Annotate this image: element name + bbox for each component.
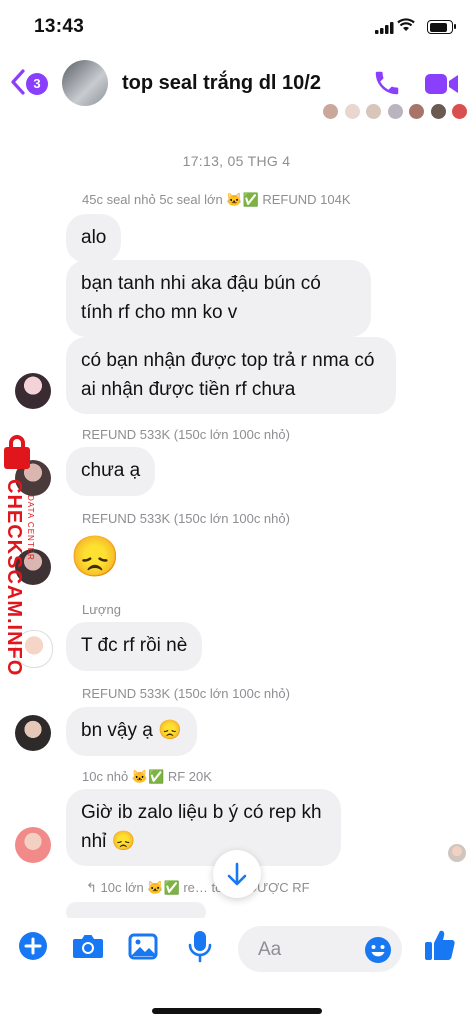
battery-icon — [427, 20, 456, 34]
wifi-icon — [397, 18, 415, 31]
message-meta: 45c seal nhỏ 5c seal lớn 🐱✅ REFUND 104K — [82, 192, 351, 207]
arrow-down-icon — [227, 862, 247, 886]
message-bubble[interactable]: T đc rf rồi nè — [66, 622, 203, 671]
read-receipt-avatar — [452, 104, 467, 119]
read-receipt-avatar — [448, 844, 466, 862]
message-input-placeholder: Aa — [258, 939, 282, 960]
video-camera-icon[interactable] — [424, 72, 460, 96]
phone-icon[interactable] — [372, 68, 402, 98]
watermark-text: CHECKSCAM.INFO — [3, 479, 25, 677]
message-meta: 10c nhỏ 🐱✅ RF 20K — [82, 769, 212, 784]
image-icon[interactable] — [128, 933, 158, 961]
reply-indicator: ↰ 10c lớn 🐱✅ re… to ĐÃ ĐƯỢC RF — [86, 880, 310, 895]
scroll-to-bottom-button[interactable] — [213, 850, 261, 898]
message-bubble[interactable]: chưa ạ — [66, 447, 156, 496]
read-receipts — [321, 104, 467, 120]
camera-icon[interactable] — [72, 933, 104, 959]
message-bubble[interactable]: alo — [66, 214, 122, 263]
sender-avatar[interactable] — [15, 715, 51, 751]
watermark-subtext: DATA CENTER — [26, 495, 35, 561]
status-bar: 13:43 — [0, 0, 473, 48]
read-receipt-avatar — [323, 104, 339, 119]
disappointed-face-emoji[interactable]: 😞 — [70, 537, 120, 577]
sender-avatar[interactable] — [15, 827, 51, 863]
group-avatar[interactable] — [62, 60, 108, 106]
message-bubble[interactable]: có bạn nhận được top trả r nma có ai nhậ… — [66, 337, 396, 414]
emoji-icon[interactable] — [364, 936, 392, 964]
message-meta: REFUND 533K (150c lớn 100c nhỏ) — [82, 686, 290, 701]
conversation-title[interactable]: top seal trắng dl 10/2 — [122, 72, 321, 95]
lock-icon — [4, 435, 30, 469]
unread-count-badge: 3 — [26, 73, 48, 95]
message-meta: REFUND 533K (150c lớn 100c nhỏ) — [82, 511, 290, 526]
home-indicator — [152, 1008, 322, 1014]
read-receipt-avatar — [430, 104, 446, 119]
message-bubble[interactable]: bạn tanh nhi aka đậu bún có tính rf cho … — [66, 260, 371, 337]
plus-icon[interactable] — [18, 931, 48, 961]
back-chevron-icon — [11, 69, 25, 95]
thumbs-up-icon[interactable] — [424, 928, 456, 962]
sender-avatar[interactable] — [15, 373, 51, 409]
read-receipt-avatar — [409, 104, 425, 119]
message-input[interactable]: Aa — [238, 926, 402, 972]
message-composer: Aa — [0, 918, 473, 980]
watermark: CHECKSCAM.INFO DATA CENTER — [0, 435, 35, 676]
date-separator: 17:13, 05 THG 4 — [182, 153, 291, 169]
read-receipt-avatar — [366, 104, 382, 119]
message-bubble[interactable]: Giờ ib zalo liệu b ý có rep kh nhỉ 😞 — [66, 789, 341, 866]
microphone-icon[interactable] — [188, 930, 212, 964]
cellular-signal-icon — [375, 22, 394, 34]
message-meta: Lượng — [82, 602, 121, 617]
read-receipt-avatar — [387, 104, 403, 119]
status-time: 13:43 — [34, 16, 85, 37]
message-meta: REFUND 533K (150c lớn 100c nhỏ) — [82, 427, 290, 442]
message-bubble[interactable]: bn vậy ạ 😞 — [66, 707, 197, 756]
read-receipt-avatar — [344, 104, 360, 119]
